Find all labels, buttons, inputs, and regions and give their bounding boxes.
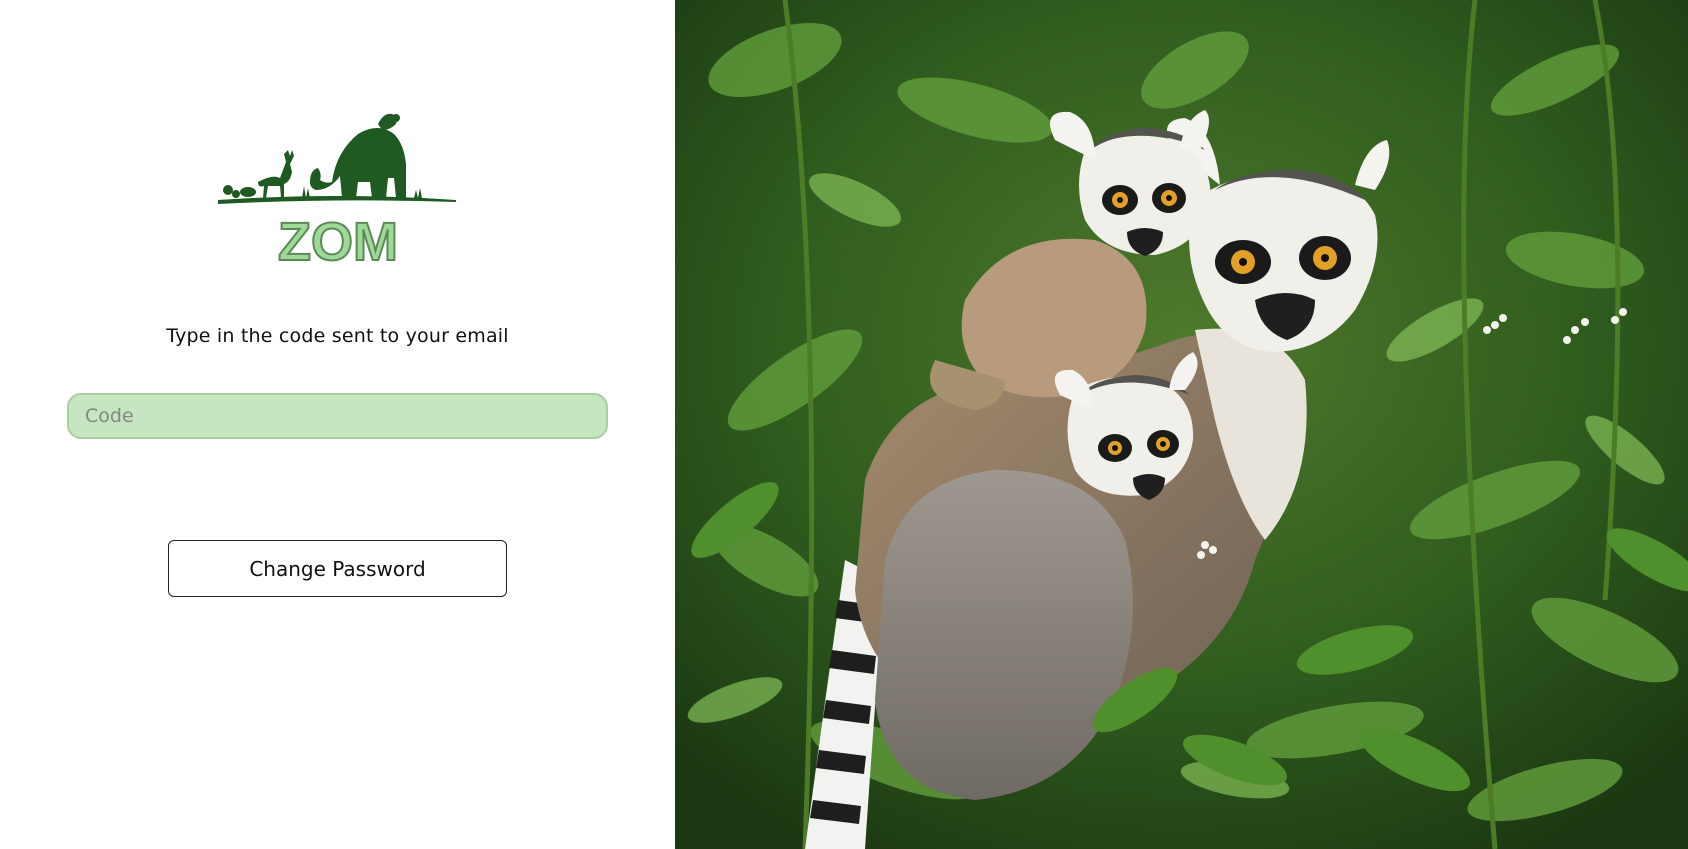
code-input[interactable]	[67, 393, 608, 439]
svg-text:ZOM: ZOM	[278, 212, 398, 272]
change-password-button[interactable]: Change Password	[168, 540, 507, 597]
code-instructions: Type in the code sent to your email	[166, 325, 509, 347]
zom-logo: ZOM	[218, 112, 458, 272]
zoo-animals-logo-icon: ZOM	[218, 113, 456, 272]
change-password-page: ZOM Type in the code sent to your email …	[0, 0, 1688, 849]
form-panel: ZOM Type in the code sent to your email …	[0, 0, 675, 849]
lemur-photo-icon	[675, 0, 1688, 849]
lemur-hero-image	[675, 0, 1688, 849]
